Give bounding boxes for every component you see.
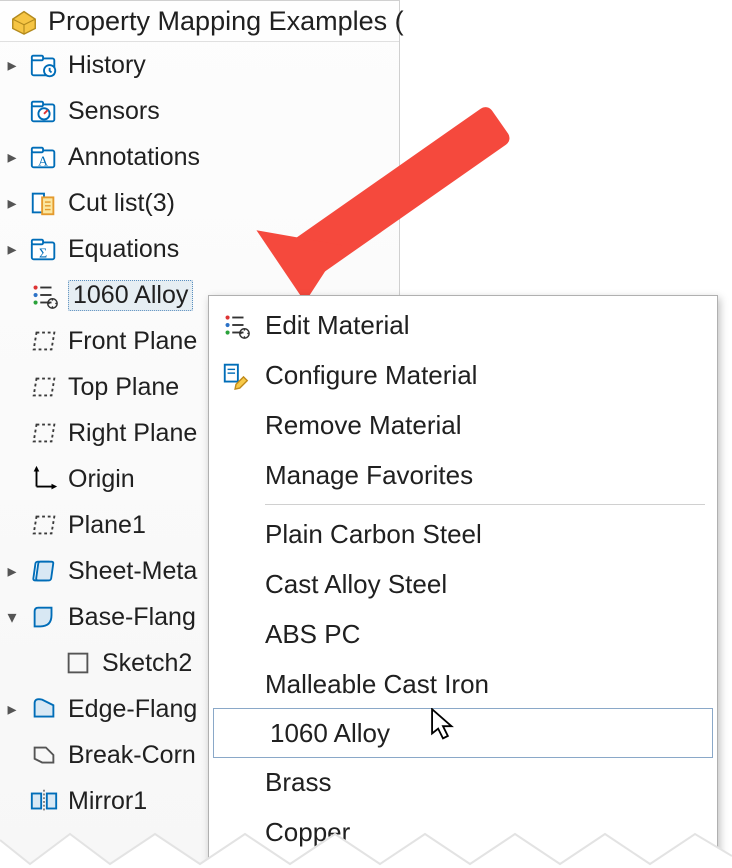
- sheetmetal-icon: [28, 555, 60, 587]
- feature-tree-header[interactable]: Property Mapping Examples (: [0, 1, 399, 42]
- tree-node-label: Equations: [68, 235, 179, 264]
- mirror-icon: [28, 785, 60, 817]
- cutlist-icon: [28, 187, 60, 219]
- equations-icon: Σ: [28, 233, 60, 265]
- menu-item-label: 1060 Alloy: [270, 718, 390, 749]
- part-icon: [8, 5, 40, 37]
- menu-item-material[interactable]: ABS PC: [209, 609, 717, 659]
- menu-item-label: Edit Material: [265, 310, 410, 341]
- tree-node[interactable]: ▸ History: [0, 42, 399, 88]
- collapse-icon[interactable]: ▾: [4, 607, 20, 628]
- blank-icon: [219, 517, 253, 551]
- plane-icon: [28, 417, 60, 449]
- material-icon: [219, 308, 253, 342]
- menu-item-material[interactable]: Copper: [209, 807, 717, 857]
- configure-icon: [219, 358, 253, 392]
- blank-icon: [219, 567, 253, 601]
- tree-node-label: Base-Flang: [68, 603, 196, 632]
- menu-separator: [265, 504, 705, 505]
- menu-item[interactable]: Edit Material: [209, 300, 717, 350]
- tree-node-label: Front Plane: [68, 327, 197, 356]
- menu-item-material[interactable]: Malleable Cast Iron: [209, 659, 717, 709]
- folder-history-icon: [28, 49, 60, 81]
- tree-node-label: Sketch2: [102, 649, 192, 678]
- menu-item-label: Plain Carbon Steel: [265, 519, 482, 550]
- tree-node-label: Edge-Flang: [68, 695, 197, 724]
- expand-icon[interactable]: ▸: [4, 193, 20, 214]
- blank-icon: [219, 617, 253, 651]
- plane-icon: [28, 325, 60, 357]
- tree-node[interactable]: Sensors: [0, 88, 399, 134]
- sketch-icon: [62, 647, 94, 679]
- expand-icon[interactable]: ▸: [4, 699, 20, 720]
- svg-text:Σ: Σ: [39, 245, 47, 261]
- tree-node[interactable]: ▸ A Annotations: [0, 134, 399, 180]
- tree-node-label: Annotations: [68, 143, 200, 172]
- tree-node-label: History: [68, 51, 146, 80]
- tree-node-label: Top Plane: [68, 373, 179, 402]
- tree-node-label: 1060 Alloy: [68, 280, 193, 311]
- origin-icon: [28, 463, 60, 495]
- expand-icon[interactable]: ▸: [4, 239, 20, 260]
- annotations-icon: A: [28, 141, 60, 173]
- menu-item-material[interactable]: Cast Alloy Steel: [209, 559, 717, 609]
- tree-node-label: Origin: [68, 465, 135, 494]
- tree-node-label: Sensors: [68, 97, 160, 126]
- blank-icon: [219, 765, 253, 799]
- material-context-menu: Edit Material Configure Material Remove M…: [208, 295, 718, 866]
- menu-item-material[interactable]: Brass: [209, 757, 717, 807]
- menu-item-material[interactable]: Plain Carbon Steel: [209, 509, 717, 559]
- tree-node-label: Break-Corn: [68, 741, 196, 770]
- menu-item-label: ABS PC: [265, 619, 360, 650]
- blank-icon: [219, 667, 253, 701]
- feature-tree-title: Property Mapping Examples (: [48, 6, 404, 37]
- sensors-icon: [28, 95, 60, 127]
- menu-item-label: Cast Alloy Steel: [265, 569, 447, 600]
- menu-item-label: Copper: [265, 817, 350, 848]
- tree-node-label: Plane1: [68, 511, 146, 540]
- svg-text:A: A: [38, 153, 49, 169]
- edgeflange-icon: [28, 693, 60, 725]
- menu-item[interactable]: Manage Favorites: [209, 450, 717, 500]
- tree-node-label: Right Plane: [68, 419, 197, 448]
- menu-item-label: Configure Material: [265, 360, 477, 391]
- blank-icon: [224, 716, 258, 750]
- menu-item[interactable]: Remove Material: [209, 400, 717, 450]
- plane-icon: [28, 371, 60, 403]
- blank-icon: [219, 408, 253, 442]
- blank-icon: [219, 815, 253, 849]
- expand-icon[interactable]: ▸: [4, 147, 20, 168]
- tree-node-label: Cut list(3): [68, 189, 175, 218]
- baseflange-icon: [28, 601, 60, 633]
- tree-node-label: Sheet-Meta: [68, 557, 197, 586]
- material-icon: [28, 279, 60, 311]
- blank-icon: [219, 458, 253, 492]
- menu-item[interactable]: Configure Material: [209, 350, 717, 400]
- menu-item-label: Malleable Cast Iron: [265, 669, 489, 700]
- expand-icon[interactable]: ▸: [4, 561, 20, 582]
- breakcorner-icon: [28, 739, 60, 771]
- menu-item-label: Manage Favorites: [265, 460, 473, 491]
- plane-icon: [28, 509, 60, 541]
- menu-item-label: Brass: [265, 767, 331, 798]
- menu-item-label: Remove Material: [265, 410, 462, 441]
- menu-item-material[interactable]: 1060 Alloy: [213, 708, 713, 758]
- tree-node-label: Mirror1: [68, 787, 147, 816]
- expand-icon[interactable]: ▸: [4, 55, 20, 76]
